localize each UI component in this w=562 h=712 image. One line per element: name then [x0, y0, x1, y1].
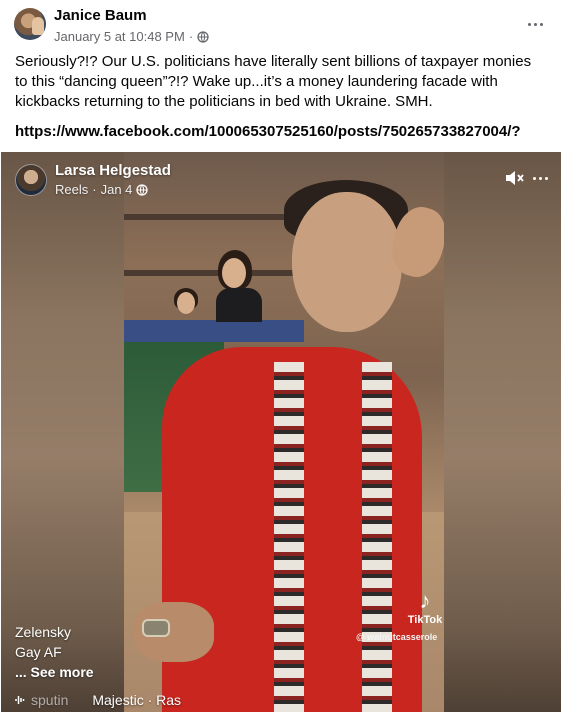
see-more-link[interactable]: ... See more — [15, 662, 94, 682]
tiktok-handle: @ walnutcasserole — [356, 632, 438, 642]
music-note-icon — [15, 696, 25, 704]
more-horizontal-icon — [527, 22, 531, 26]
reel-meta: Reels · Jan 4 — [55, 182, 149, 197]
post-header: Janice Baum January 5 at 10:48 PM · — [12, 6, 550, 46]
reel-video-embed[interactable]: Larsa Helgestad Reels · Jan 4 ♪ TikTok @… — [1, 152, 561, 712]
more-horizontal-icon — [532, 176, 536, 180]
kitchen-counter — [124, 320, 304, 342]
globe-icon — [197, 30, 209, 43]
reel-date[interactable]: Jan 4 — [101, 182, 133, 197]
music-prev-title: sputin — [31, 692, 69, 708]
speaker-muted-icon[interactable] — [504, 168, 524, 188]
reel-section-link[interactable]: Reels — [55, 182, 88, 197]
caption-line: Zelensky — [15, 624, 72, 640]
post-timestamp[interactable]: January 5 at 10:48 PM — [54, 29, 185, 44]
globe-icon — [136, 183, 149, 196]
post-link[interactable]: https://www.facebook.com/100065307525160… — [15, 122, 550, 142]
caption-line: Gay AF — [15, 644, 62, 660]
post-author-name[interactable]: Janice Baum — [54, 7, 147, 24]
tiktok-name: TikTok — [407, 614, 443, 626]
wristwatch — [142, 619, 170, 637]
reel-music-row[interactable]: sputin Majestic · Ras — [15, 690, 181, 710]
dancer-face — [292, 192, 402, 332]
background-person — [222, 258, 246, 288]
post-more-button[interactable] — [524, 14, 546, 34]
music-current-title: Majestic · Ras — [92, 692, 182, 708]
author-avatar[interactable] — [14, 8, 46, 40]
reel-author-avatar[interactable] — [15, 164, 47, 196]
tiktok-watermark: ♪ TikTok — [401, 588, 449, 627]
reel-caption: Zelensky Gay AF ... See more — [15, 622, 94, 682]
video-frame — [124, 152, 444, 712]
reel-more-button[interactable] — [529, 169, 551, 187]
tiktok-logo-icon: ♪ — [419, 588, 431, 613]
reel-author-name[interactable]: Larsa Helgestad — [55, 162, 171, 179]
post-meta: January 5 at 10:48 PM · — [54, 29, 209, 44]
post-body-text: Seriously?!? Our U.S. politicians have l… — [15, 53, 532, 110]
meta-separator: · — [188, 29, 194, 44]
